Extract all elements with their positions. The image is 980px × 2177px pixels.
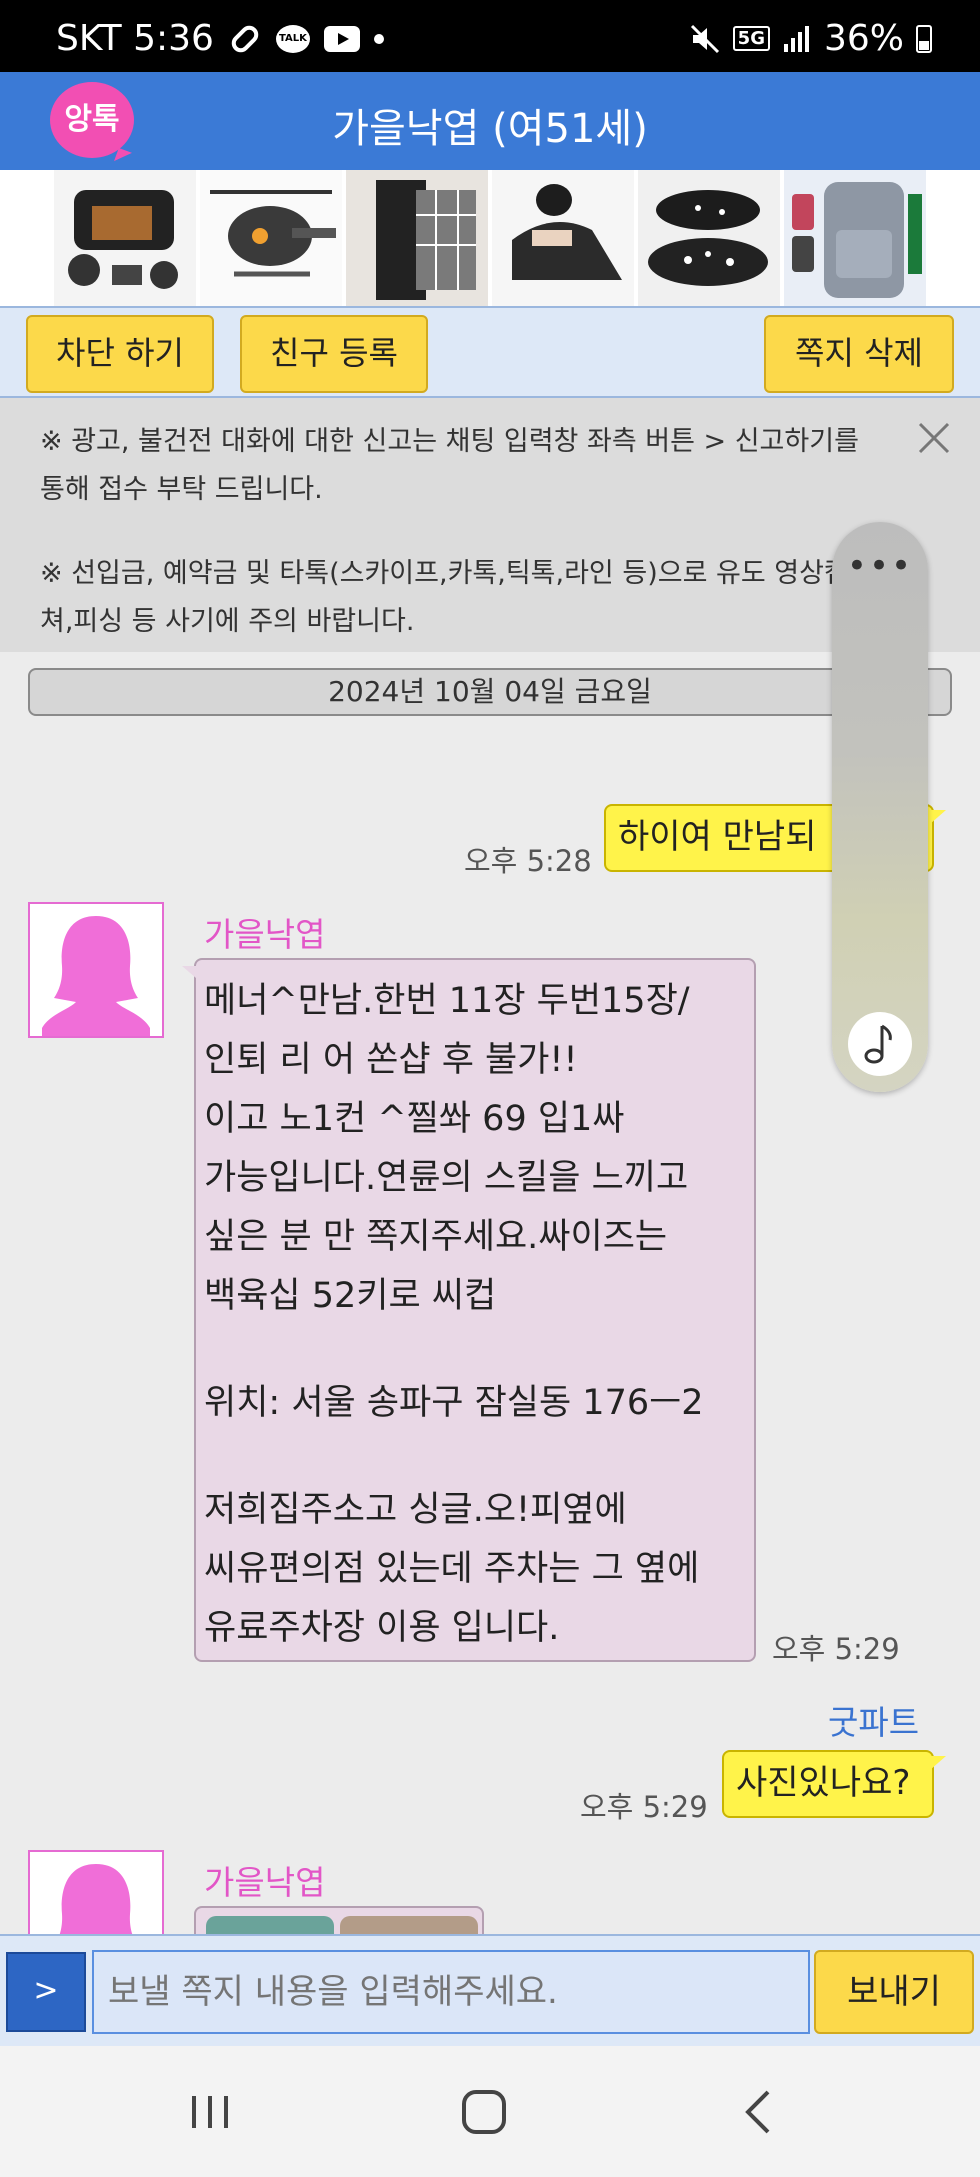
battery-icon — [916, 24, 932, 53]
composer-bar: > 보내기 — [0, 1934, 980, 2046]
block-button[interactable]: 차단 하기 — [26, 315, 214, 393]
youtube-icon — [323, 25, 360, 52]
avatar[interactable] — [28, 1850, 164, 1934]
floating-panel[interactable]: ••• — [832, 522, 928, 1092]
sender-name: 가을낙엽 — [204, 1863, 326, 1902]
message-line: 유료주차장 이용 입니다. — [204, 1608, 560, 1648]
message-line: 위치: 서울 송파구 잠실동 176ㅡ2 — [204, 1383, 704, 1423]
close-icon[interactable] — [914, 418, 954, 458]
notification-dot-icon — [373, 33, 384, 44]
message-line — [204, 1326, 746, 1374]
female-profile-icon — [59, 1864, 133, 1934]
music-note-icon — [864, 1024, 892, 1064]
status-bar: SKT 5:36 TALK 5G 36% — [0, 0, 980, 72]
home-icon[interactable] — [454, 2082, 514, 2142]
action-bar: 차단 하기 친구 등록 쪽지 삭제 — [0, 306, 980, 398]
my-message-bubble[interactable]: 사진있나요? — [722, 1750, 946, 1818]
message-line: 메너^만남.한번 11장 두번15장/ — [204, 981, 690, 1021]
ad-plaid-shirt[interactable] — [346, 170, 488, 306]
music-button[interactable] — [848, 1012, 912, 1076]
photo-thumbnail[interactable] — [206, 1916, 334, 1934]
send-button[interactable]: 보내기 — [814, 1950, 974, 2034]
message-line: 싶은 분 만 쪽지주세요.싸이즈는 — [204, 1217, 668, 1257]
battery-percent: 36% — [823, 18, 904, 59]
status-right: 5G 36% — [689, 18, 932, 59]
photo-thumbnail[interactable] — [340, 1916, 478, 1934]
message-line: 인퇴 리 어 쏜샵 후 불가!! — [204, 1040, 578, 1080]
message-time: 오후 5:29 — [580, 1790, 708, 1824]
add-friend-button[interactable]: 친구 등록 — [240, 315, 428, 393]
page-title: 가을낙엽 (여51세) — [332, 106, 648, 152]
message-line: 씨유편의점 있는데 주차는 그 옆에 — [204, 1549, 700, 1589]
message-line: 저희집주소고 싱글.오!피옆에 — [204, 1490, 627, 1530]
date-separator: 2024년 10월 04일 금요일 — [28, 668, 952, 716]
sender-name: 가을낙엽 — [204, 915, 326, 954]
message-line: 가능입니다.연륜의 스킬을 느끼고 — [204, 1158, 689, 1198]
link-icon — [231, 25, 259, 52]
kakaotalk-icon: TALK — [275, 24, 310, 53]
network-icon: 5G — [732, 26, 770, 51]
ad-binoculars[interactable] — [54, 170, 196, 306]
ad-backpack[interactable] — [784, 170, 926, 306]
composer-menu-button[interactable]: > — [6, 1952, 86, 2032]
message-input[interactable] — [92, 1950, 810, 2034]
carrier-time: SKT 5:36 — [56, 18, 214, 59]
their-image-message[interactable] — [194, 1906, 484, 1934]
message-time: 오후 5:28 — [464, 844, 592, 878]
system-nav-bar — [0, 2046, 980, 2177]
back-icon[interactable] — [730, 2082, 790, 2142]
my-sender-name: 굿파트 — [828, 1703, 920, 1742]
ad-wedge-pillow[interactable] — [492, 170, 634, 306]
message-line — [204, 1433, 746, 1481]
mute-icon — [690, 24, 719, 53]
ad-banner[interactable] — [0, 170, 980, 306]
female-profile-icon — [42, 916, 150, 1036]
notice-report: ※ 광고, 불건전 대화에 대한 신고는 채팅 입력창 좌측 버튼 > 신고하기… — [40, 426, 859, 505]
message-line: 백육십 52키로 씨컵 — [204, 1276, 497, 1316]
notice-fraud-warning: ※ 선입금, 예약금 및 타톡(스카이프,카톡,틱톡,라인 등)으로 유도 영상… — [40, 558, 849, 637]
recent-apps-icon[interactable] — [180, 2082, 240, 2142]
signal-icon — [783, 25, 809, 52]
message-time: 오후 5:29 — [772, 1632, 900, 1666]
avatar[interactable] — [28, 902, 164, 1038]
ad-rc-helicopter[interactable] — [200, 170, 342, 306]
title-bar: 앙톡 가을낙엽 (여51세) — [0, 72, 980, 170]
their-message-bubble[interactable]: 메너^만남.한번 11장 두번15장/ 인퇴 리 어 쏜샵 후 불가!! 이고 … — [182, 958, 756, 1662]
delete-note-button[interactable]: 쪽지 삭제 — [764, 315, 954, 393]
status-left: SKT 5:36 TALK — [56, 18, 384, 59]
ad-slide-sandals[interactable] — [638, 170, 780, 306]
more-icon[interactable]: ••• — [832, 546, 928, 586]
message-line: 이고 노1컨 ^찔쏴 69 입1싸 — [204, 1099, 625, 1139]
